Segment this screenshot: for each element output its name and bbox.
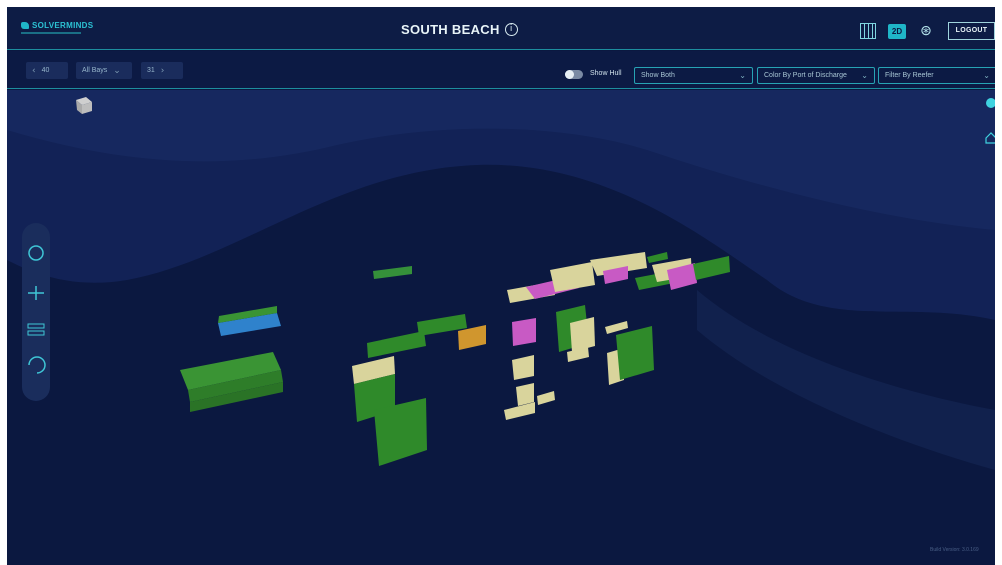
bays-select[interactable]: All Bays ⌄ xyxy=(76,62,132,79)
app-frame: SOLVERMINDS SOUTH BEACH i 2D ⊛ LOGOUT ‹ … xyxy=(7,7,995,565)
filter-value: Filter By Reefer xyxy=(885,72,934,79)
prev-bay-value: 40 xyxy=(41,67,50,74)
vessel-3d-icon[interactable]: ⊛ xyxy=(916,21,936,39)
chevron-down-icon: ⌄ xyxy=(983,71,990,80)
prev-bay-control[interactable]: ‹ 40 xyxy=(26,62,68,79)
brand-logo[interactable]: SOLVERMINDS xyxy=(21,21,93,30)
side-toolbar-pill xyxy=(22,223,50,401)
vessel-title-group: SOUTH BEACH i xyxy=(401,22,518,37)
side-toolbar xyxy=(22,223,50,401)
vessel-title: SOUTH BEACH xyxy=(401,22,500,37)
logout-button[interactable]: LOGOUT xyxy=(948,22,995,40)
info-icon[interactable]: i xyxy=(504,23,518,36)
chevron-right-icon[interactable]: › xyxy=(161,66,165,76)
color-by-value: Color By Port of Discharge xyxy=(764,72,847,79)
next-bay-control[interactable]: 31 › xyxy=(141,62,183,79)
build-version: Build Version: 3.0.169 xyxy=(930,547,979,553)
next-bay-value: 31 xyxy=(147,67,155,74)
brand-name: SOLVERMINDS xyxy=(32,21,94,30)
app-header: SOLVERMINDS SOUTH BEACH i 2D ⊛ LOGOUT xyxy=(7,7,995,50)
chevron-down-icon: ⌄ xyxy=(113,65,121,76)
chevron-down-icon: ⌄ xyxy=(861,71,868,80)
logo-tagline-bar xyxy=(21,32,81,34)
toggle-knob xyxy=(565,70,574,79)
show-hull-toggle[interactable] xyxy=(565,70,583,79)
color-by-dropdown[interactable]: Color By Port of Discharge ⌄ xyxy=(757,67,875,84)
show-hull-label: Show Hull xyxy=(590,70,622,77)
chevron-down-icon: ⌄ xyxy=(739,71,746,80)
bays-select-value: All Bays xyxy=(82,67,108,74)
toolbar: ‹ 40 All Bays ⌄ 31 › Show Hull Show Both… xyxy=(7,51,995,89)
filter-dropdown[interactable]: Filter By Reefer ⌄ xyxy=(878,67,995,84)
grid-view-icon[interactable] xyxy=(860,23,876,39)
view-mode-dropdown[interactable]: Show Both ⌄ xyxy=(634,67,753,84)
vessel-3d-viewport[interactable] xyxy=(7,90,995,565)
view-mode-value: Show Both xyxy=(641,72,675,79)
two-d-view-button[interactable]: 2D xyxy=(888,24,906,39)
logo-icon xyxy=(21,22,29,29)
chevron-left-icon[interactable]: ‹ xyxy=(32,66,36,76)
